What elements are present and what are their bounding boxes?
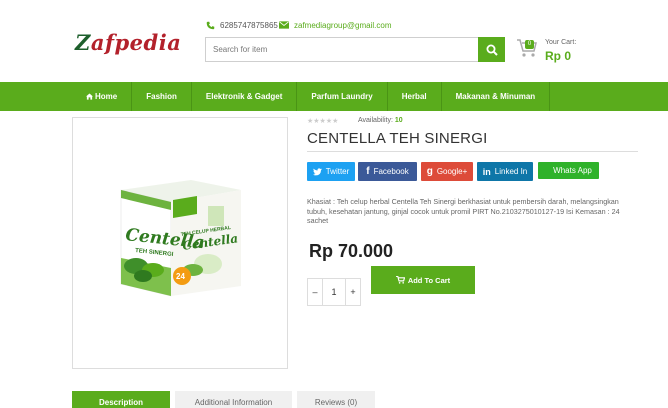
site-logo[interactable]: Zafpedia <box>75 30 181 55</box>
nav-item-herbal[interactable]: Herbal <box>388 82 442 111</box>
search-input[interactable] <box>206 38 480 61</box>
cart-summary[interactable]: Your Cart: Rp 0 <box>545 39 576 63</box>
title-divider <box>307 151 638 152</box>
search-bar <box>205 37 505 62</box>
envelope-icon <box>279 20 289 30</box>
quantity-stepper: – 1 + <box>307 278 361 306</box>
cart-count-badge: 0 <box>525 40 534 49</box>
package-count-badge: 24 <box>176 272 185 281</box>
nav-item-makanan[interactable]: Makanan & Minuman <box>442 82 551 111</box>
search-icon <box>486 44 498 56</box>
cart-label: Your Cart: <box>545 39 577 46</box>
product-description: Khasiat : Teh celup herbal Centella Teh … <box>307 197 620 225</box>
share-google-button[interactable]: g Google+ <box>421 162 473 181</box>
product-price: Rp 70.000 <box>309 241 394 261</box>
nav-item-home[interactable]: Home <box>74 82 133 111</box>
quantity-decrease-button[interactable]: – <box>308 279 322 305</box>
share-facebook-button[interactable]: f Facebook <box>358 162 417 181</box>
facebook-icon: f <box>366 166 370 177</box>
nav-item-fashion[interactable]: Fashion <box>132 82 192 111</box>
cart-amount: Rp 0 <box>545 49 572 63</box>
search-button[interactable] <box>478 37 505 62</box>
product-box-illustration: Centella TEH SINERGI TEH CELUP HERBAL Ce… <box>120 180 241 297</box>
rating-stars: ★★★★★ <box>307 118 339 125</box>
add-to-cart-button[interactable]: Add To Cart <box>371 266 475 294</box>
email-address: zafmediagroup@gmail.com <box>294 20 392 30</box>
linkedin-icon: in <box>482 166 491 177</box>
home-icon <box>86 93 93 100</box>
availability: Availability: 10 <box>358 117 403 124</box>
phone-number: 6285747875865 <box>220 20 278 30</box>
share-twitter-button[interactable]: Twitter <box>307 162 355 181</box>
tab-description[interactable]: Description <box>72 391 170 408</box>
tab-reviews[interactable]: Reviews (0) <box>297 391 375 408</box>
product-image[interactable]: Centella TEH SINERGI TEH CELUP HERBAL Ce… <box>72 117 288 369</box>
main-nav: Home Fashion Elektronik & Gadget Parfum … <box>0 82 668 111</box>
share-whatsapp-button[interactable]: Whats App <box>538 162 599 179</box>
share-linkedin-button[interactable]: in Linked In <box>477 162 533 181</box>
cart-icon <box>395 276 405 284</box>
google-icon: g <box>426 166 433 177</box>
cart-button[interactable]: 0 <box>516 38 538 63</box>
product-title: CENTELLA TEH SINERGI <box>307 130 488 147</box>
nav-item-elektronik[interactable]: Elektronik & Gadget <box>192 82 298 111</box>
contact-phone: 6285747875865 <box>205 20 278 30</box>
quantity-input[interactable]: 1 <box>322 279 346 305</box>
nav-item-parfum[interactable]: Parfum Laundry <box>297 82 388 111</box>
tab-additional-information[interactable]: Additional Information <box>175 391 292 408</box>
twitter-icon <box>312 167 322 175</box>
phone-icon <box>205 20 215 30</box>
quantity-increase-button[interactable]: + <box>346 279 360 305</box>
contact-email[interactable]: zafmediagroup@gmail.com <box>279 20 392 30</box>
